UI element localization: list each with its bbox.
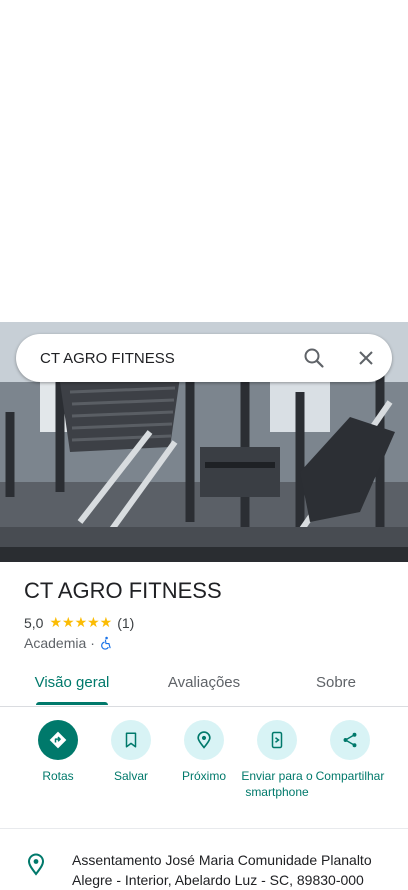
search-bar[interactable]: CT AGRO FITNESS (16, 334, 392, 382)
tab-about[interactable]: Sobre (286, 664, 386, 706)
nearby-button[interactable]: Próximo (164, 720, 244, 784)
tab-bar: Visão geral Avaliações Sobre (0, 664, 408, 707)
directions-button[interactable]: Rotas (18, 720, 98, 784)
share-icon (343, 732, 357, 748)
send-to-phone-icon (271, 731, 283, 749)
star-rating: ★★★★★ (49, 614, 113, 630)
section-divider (0, 828, 408, 829)
share-label: Compartilhar (315, 769, 385, 783)
place-category[interactable]: Academia (24, 635, 86, 651)
directions-icon (49, 731, 67, 749)
wheelchair-icon[interactable] (99, 636, 113, 650)
nearby-label: Próximo (181, 769, 226, 783)
directions-label: Rotas (42, 769, 74, 783)
send-to-phone-button[interactable]: Enviar para o smartphone (237, 720, 317, 800)
review-count[interactable]: (1) (117, 615, 134, 631)
place-address[interactable]: Assentamento José Maria Comunidade Plana… (72, 850, 392, 890)
save-label: Salvar (113, 769, 148, 783)
place-title: CT AGRO FITNESS (24, 578, 222, 603)
rating-row[interactable]: 5,0 ★★★★★ (1) (24, 614, 134, 631)
bookmark-icon (125, 732, 137, 748)
save-button[interactable]: Salvar (91, 720, 171, 784)
nearby-icon (197, 731, 211, 749)
separator-dot: · (90, 635, 95, 651)
search-icon[interactable] (302, 346, 326, 370)
tab-reviews[interactable]: Avaliações (154, 664, 254, 706)
share-button[interactable]: Compartilhar (310, 720, 390, 784)
location-pin-icon (27, 853, 45, 876)
send-to-phone-label: Enviar para o smartphone (241, 769, 313, 799)
close-icon[interactable] (354, 346, 378, 370)
category-row: Academia · (24, 635, 113, 651)
search-query[interactable]: CT AGRO FITNESS (40, 350, 175, 367)
map-area[interactable] (0, 0, 408, 322)
tab-overview[interactable]: Visão geral (22, 664, 122, 706)
active-tab-indicator (36, 702, 108, 705)
rating-value: 5,0 (24, 614, 44, 631)
